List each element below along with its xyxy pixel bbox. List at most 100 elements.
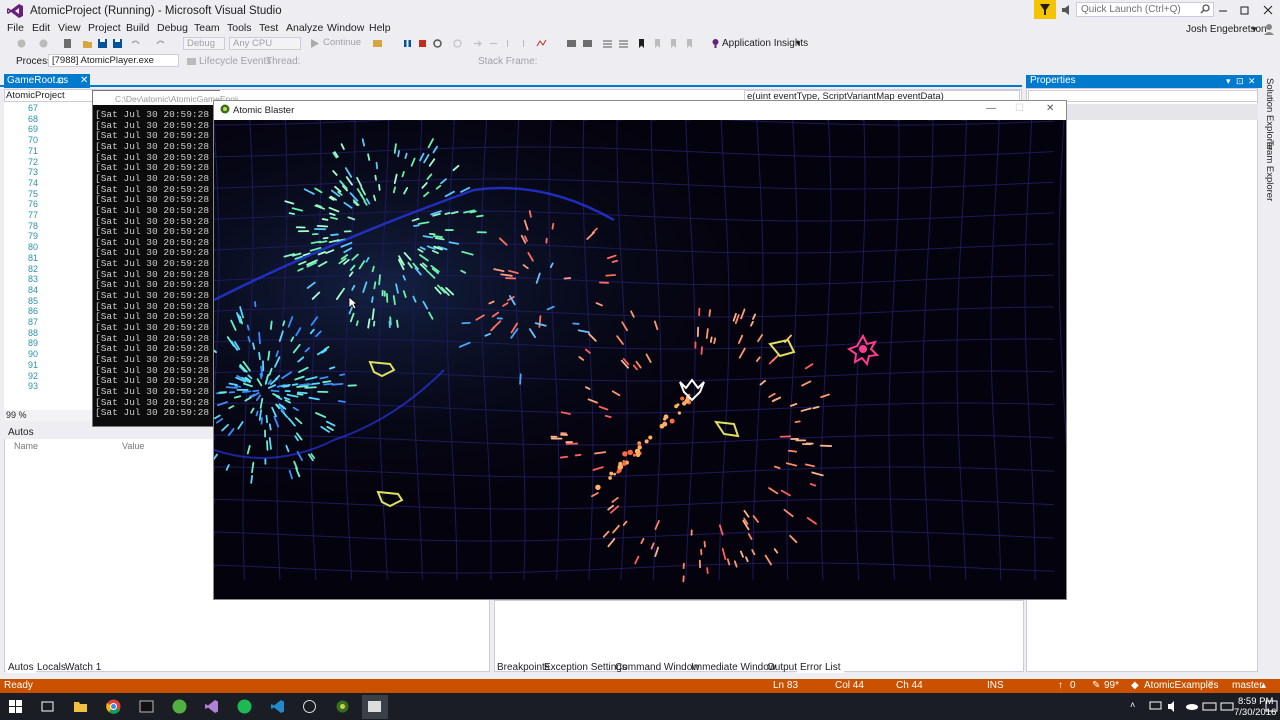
- code-editor[interactable]: [4, 102, 94, 410]
- feedback-icon[interactable]: [1060, 3, 1074, 17]
- chevron-down-icon[interactable]: ▾: [1226, 76, 1231, 87]
- quick-launch-input[interactable]: Quick Launch (Ctrl+Q): [1076, 2, 1214, 17]
- forward-icon[interactable]: [38, 38, 49, 49]
- branch-icon[interactable]: ᛘ: [1208, 680, 1214, 691]
- zoom-level[interactable]: 99 %: [4, 410, 94, 421]
- tab-immediate-window[interactable]: Immediate Window: [691, 662, 776, 673]
- atomic-player-icon[interactable]: [367, 699, 382, 714]
- xbox-icon[interactable]: [172, 699, 187, 714]
- onedrive-icon[interactable]: [1184, 699, 1199, 714]
- windows-start-icon[interactable]: [8, 699, 23, 714]
- keyboard-icon[interactable]: [1202, 699, 1217, 714]
- visual-studio-taskbar-icon[interactable]: [204, 699, 219, 714]
- step-back-icon[interactable]: [518, 38, 529, 49]
- play-icon[interactable]: [309, 38, 320, 49]
- solution-platform-dropdown[interactable]: Any CPU: [229, 37, 301, 50]
- publish-arrow-icon[interactable]: ↑: [1058, 680, 1063, 691]
- task-view-icon[interactable]: [40, 699, 55, 714]
- user-avatar-icon[interactable]: [1262, 22, 1276, 36]
- unity-icon[interactable]: [302, 699, 317, 714]
- diagnostics-icon[interactable]: [536, 38, 547, 49]
- close-icon[interactable]: ✕: [1248, 76, 1256, 87]
- terminal-icon[interactable]: [139, 699, 154, 714]
- tab-command-window[interactable]: Command Window: [615, 662, 699, 673]
- tab-error-list[interactable]: Error List: [797, 662, 844, 673]
- minimize-button[interactable]: [1212, 0, 1234, 19]
- stop-icon[interactable]: [417, 38, 428, 49]
- chevron-down-icon[interactable]: ▾: [1252, 24, 1257, 35]
- save-icon[interactable]: [97, 38, 108, 49]
- menu-view[interactable]: View: [58, 22, 81, 34]
- game-viewport[interactable]: [214, 120, 1066, 599]
- uncomment-icon[interactable]: [618, 38, 629, 49]
- column-name[interactable]: Name: [14, 441, 38, 451]
- document-tab[interactable]: GameRoot.cs: [4, 74, 90, 88]
- file-explorer-icon[interactable]: [73, 699, 88, 714]
- undo-icon[interactable]: [130, 38, 141, 49]
- close-button[interactable]: [1257, 0, 1279, 19]
- step-over-icon[interactable]: [488, 38, 499, 49]
- minimize-button[interactable]: —: [986, 103, 996, 114]
- menu-help[interactable]: Help: [369, 22, 391, 34]
- spotify-icon[interactable]: [237, 699, 252, 714]
- menu-debug[interactable]: Debug: [157, 22, 188, 34]
- hex-display-icon[interactable]: [582, 38, 593, 49]
- notification-filter-icon[interactable]: [1034, 0, 1056, 19]
- bookmark-icon[interactable]: [636, 38, 647, 49]
- system-tray-chevron-icon[interactable]: ˄: [1130, 700, 1135, 710]
- menu-test[interactable]: Test: [259, 22, 278, 34]
- chrome-icon[interactable]: [106, 699, 121, 714]
- pending-changes-count[interactable]: 99*: [1104, 680, 1119, 691]
- vscode-icon[interactable]: [270, 699, 285, 714]
- menu-tools[interactable]: Tools: [227, 22, 252, 34]
- tab-breakpoints[interactable]: Breakpoints: [497, 662, 550, 673]
- menu-window[interactable]: Window: [327, 22, 364, 34]
- maximize-button[interactable]: [1234, 0, 1256, 19]
- tab-locals[interactable]: Locals: [37, 662, 66, 673]
- pencil-icon[interactable]: ✎: [1092, 680, 1100, 691]
- tab-watch-1[interactable]: Watch 1: [65, 662, 101, 673]
- menu-project[interactable]: Project: [88, 22, 121, 34]
- menu-build[interactable]: Build: [126, 22, 149, 34]
- menu-analyze[interactable]: Analyze: [286, 22, 323, 34]
- chevron-down-icon[interactable]: ▾: [796, 38, 801, 49]
- pause-icon[interactable]: [402, 38, 413, 49]
- comment-icon[interactable]: [602, 38, 613, 49]
- tab-output[interactable]: Output: [767, 662, 797, 673]
- step-into-icon[interactable]: [472, 38, 483, 49]
- open-file-icon[interactable]: [82, 38, 93, 49]
- attach-icon[interactable]: [372, 38, 383, 49]
- solution-configuration-dropdown[interactable]: Debug: [183, 37, 225, 50]
- lifecycle-events-icon[interactable]: [186, 56, 197, 67]
- lifecycle-events-dropdown[interactable]: Lifecycle Events: [199, 56, 271, 67]
- branch-name[interactable]: master: [1232, 680, 1263, 691]
- repository-icon[interactable]: ◆: [1131, 680, 1139, 691]
- search-icon[interactable]: [1200, 4, 1210, 14]
- next-bookmark-icon[interactable]: [668, 38, 679, 49]
- volume-icon[interactable]: [1166, 699, 1181, 714]
- menu-file[interactable]: File: [7, 22, 24, 34]
- pin-icon[interactable]: ⊡: [57, 76, 64, 85]
- menu-team[interactable]: Team: [194, 22, 220, 34]
- unpublished-commits-count[interactable]: 0: [1070, 680, 1076, 691]
- show-next-statement-icon[interactable]: [452, 38, 463, 49]
- atomic-editor-icon[interactable]: [335, 699, 350, 714]
- clear-bookmarks-icon[interactable]: [684, 38, 695, 49]
- app-insights-icon[interactable]: [710, 38, 721, 49]
- redo-icon[interactable]: [155, 38, 166, 49]
- prev-bookmark-icon[interactable]: [652, 38, 663, 49]
- close-button[interactable]: ✕: [1046, 103, 1054, 114]
- threads-icon[interactable]: [566, 38, 577, 49]
- save-all-icon[interactable]: [112, 38, 123, 49]
- process-dropdown[interactable]: [7988] AtomicPlayer.exe: [48, 54, 179, 67]
- restart-icon[interactable]: [432, 38, 443, 49]
- tab-autos[interactable]: Autos: [6, 662, 36, 673]
- battery-icon[interactable]: [1220, 699, 1235, 714]
- menu-edit[interactable]: Edit: [32, 22, 50, 34]
- close-tab-icon[interactable]: ✕: [80, 75, 88, 86]
- new-project-icon[interactable]: [62, 38, 73, 49]
- continue-button[interactable]: Continue: [320, 37, 366, 50]
- back-icon[interactable]: [16, 38, 27, 49]
- maximize-button[interactable]: ☐: [1015, 103, 1024, 114]
- column-value[interactable]: Value: [122, 441, 144, 451]
